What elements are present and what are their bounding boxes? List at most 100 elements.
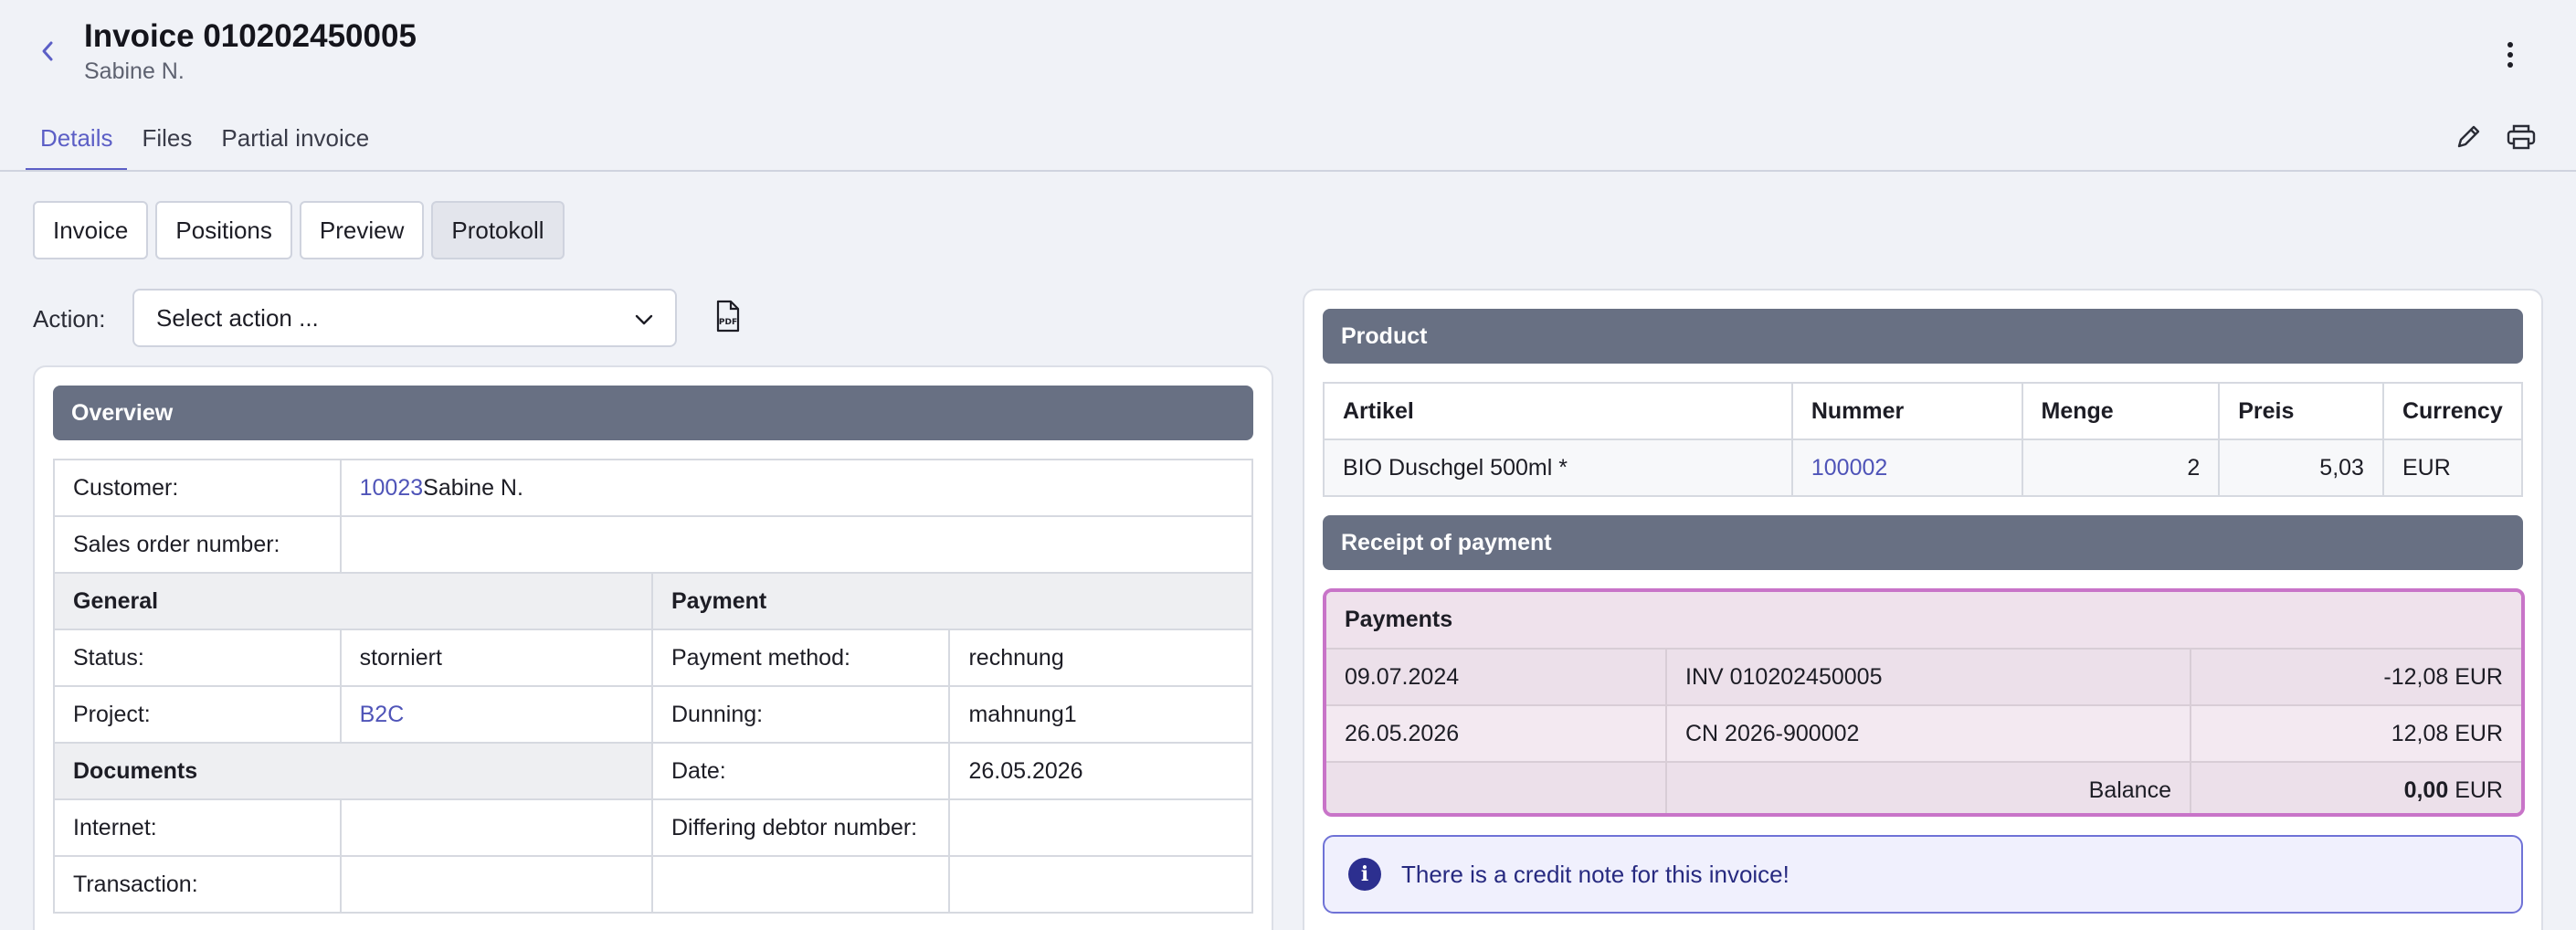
customer-id-link[interactable]: 10023 — [360, 475, 424, 501]
table-row: BIO Duschgel 500ml * 100002 2 5,03 EUR — [1323, 439, 2524, 497]
balance-label: Balance — [1665, 761, 2191, 813]
pencil-icon — [2457, 125, 2480, 148]
project-link[interactable]: B2C — [360, 702, 405, 727]
general-heading: General — [53, 572, 653, 630]
table-row: 09.07.2024 INV 010202450005 -12,08 EUR — [1326, 648, 2521, 706]
table-row: Internet: Differing debtor number: — [53, 798, 1253, 857]
status-value: storniert — [339, 629, 654, 687]
payment-heading: Payment — [651, 572, 1253, 630]
pdf-file-icon: PDF — [716, 300, 740, 333]
sales-order-value — [339, 515, 1254, 574]
payment-amount: -12,08 EUR — [2190, 648, 2521, 706]
table-header-row: Payments — [1326, 592, 2521, 650]
subtab-invoice[interactable]: Invoice — [33, 201, 149, 259]
subtab-preview[interactable]: Preview — [299, 201, 425, 259]
payment-amount: 12,08 EUR — [2190, 704, 2521, 763]
nummer-cell: 100002 — [1790, 439, 2023, 497]
edit-button[interactable] — [2448, 117, 2488, 157]
documents-heading: Documents — [53, 742, 653, 800]
chevron-left-icon — [42, 41, 53, 61]
table-row: Transaction: — [53, 855, 1253, 914]
action-label: Action: — [33, 305, 106, 333]
credit-note-alert: i There is a credit note for this invoic… — [1323, 835, 2523, 914]
table-row: General Payment — [53, 572, 1253, 630]
payment-doc: INV 010202450005 — [1665, 648, 2191, 706]
main-tabs: Details Files Partial invoice — [26, 119, 384, 172]
table-header-row: Artikel Nummer Menge Preis Currency — [1323, 382, 2524, 440]
payment-method-value: rechnung — [948, 629, 1253, 687]
project-label: Project: — [53, 685, 342, 744]
column-header: Nummer — [1790, 382, 2023, 440]
empty-cell — [1326, 761, 1667, 813]
customer-name: Sabine N. — [423, 474, 523, 501]
overview-table: Customer: 10023Sabine N. Sales order num… — [53, 459, 1254, 914]
payments-heading: Payments — [1326, 592, 2521, 650]
page-subtitle: Sabine N. — [84, 58, 185, 84]
nummer-link[interactable]: 100002 — [1811, 455, 1887, 481]
internet-label: Internet: — [53, 798, 342, 857]
overview-heading: Overview — [53, 386, 1253, 440]
svg-text:PDF: PDF — [719, 318, 737, 327]
payments-table: Payments 09.07.2024 INV 010202450005 -12… — [1326, 592, 2521, 813]
customer-value: 10023Sabine N. — [339, 459, 1254, 517]
page-title: Invoice 010202450005 — [84, 18, 417, 54]
payments-table-highlight: Payments 09.07.2024 INV 010202450005 -12… — [1323, 588, 2525, 817]
dunning-value: mahnung1 — [948, 685, 1253, 744]
project-value: B2C — [339, 685, 654, 744]
receipt-heading: Receipt of payment — [1323, 515, 2523, 570]
date-value: 26.05.2026 — [948, 742, 1253, 800]
differing-debtor-label: Differing debtor number: — [650, 798, 951, 857]
tab-divider — [0, 170, 2576, 172]
action-select[interactable]: Select action ... — [132, 289, 677, 347]
more-menu-button[interactable] — [2494, 37, 2527, 73]
menge-cell: 2 — [2021, 439, 2221, 497]
table-row: Balance 0,00 EUR — [1326, 761, 2521, 813]
kebab-vertical-icon — [2507, 42, 2513, 68]
date-label: Date: — [650, 742, 951, 800]
balance-amount: 0,00 — [2403, 777, 2449, 803]
preis-cell: 5,03 — [2218, 439, 2384, 497]
table-row: 26.05.2026 CN 2026-900002 12,08 EUR — [1326, 704, 2521, 763]
payment-method-label: Payment method: — [650, 629, 951, 687]
subtab-protokoll[interactable]: Protokoll — [431, 201, 565, 259]
column-header: Menge — [2021, 382, 2221, 440]
subtab-positions[interactable]: Positions — [155, 201, 292, 259]
table-row: Project: B2C Dunning: mahnung1 — [53, 685, 1253, 744]
table-row: Sales order number: — [53, 515, 1254, 574]
artikel-cell: BIO Duschgel 500ml * — [1323, 439, 1793, 497]
subtabs: Invoice Positions Preview Protokoll — [33, 201, 565, 259]
print-button[interactable] — [2501, 117, 2541, 157]
action-select-value: Select action ... — [156, 303, 319, 332]
back-button[interactable] — [33, 37, 62, 66]
table-row: Customer: 10023Sabine N. — [53, 459, 1254, 517]
payment-date: 09.07.2024 — [1326, 648, 1667, 706]
printer-icon — [2507, 124, 2536, 150]
sales-order-label: Sales order number: — [53, 515, 342, 574]
alert-message: There is a credit note for this invoice! — [1401, 860, 1789, 888]
column-header: Currency — [2381, 382, 2524, 440]
tab-files[interactable]: Files — [127, 119, 206, 172]
tab-details[interactable]: Details — [26, 119, 128, 172]
dunning-label: Dunning: — [650, 685, 951, 744]
tab-partial-invoice[interactable]: Partial invoice — [206, 119, 384, 172]
customer-label: Customer: — [53, 459, 342, 517]
payment-doc: CN 2026-900002 — [1665, 704, 2191, 763]
transaction-label: Transaction: — [53, 855, 342, 914]
balance-currency: EUR — [2455, 777, 2503, 803]
product-table: Artikel Nummer Menge Preis Currency BIO … — [1323, 382, 2524, 497]
chevron-down-icon — [635, 314, 653, 325]
payment-date: 26.05.2026 — [1326, 704, 1667, 763]
pdf-button[interactable]: PDF — [713, 300, 749, 338]
transaction-value — [339, 855, 654, 914]
column-header: Artikel — [1323, 382, 1793, 440]
internet-value — [339, 798, 654, 857]
differing-debtor-value — [948, 798, 1253, 857]
currency-cell: EUR — [2381, 439, 2524, 497]
product-heading: Product — [1323, 309, 2523, 364]
empty-cell — [948, 855, 1253, 914]
column-header: Preis — [2218, 382, 2384, 440]
balance-value: 0,00 EUR — [2190, 761, 2521, 813]
table-row: Documents Date: 26.05.2026 — [53, 742, 1253, 800]
table-row: Status: storniert Payment method: rechnu… — [53, 629, 1253, 687]
status-label: Status: — [53, 629, 342, 687]
